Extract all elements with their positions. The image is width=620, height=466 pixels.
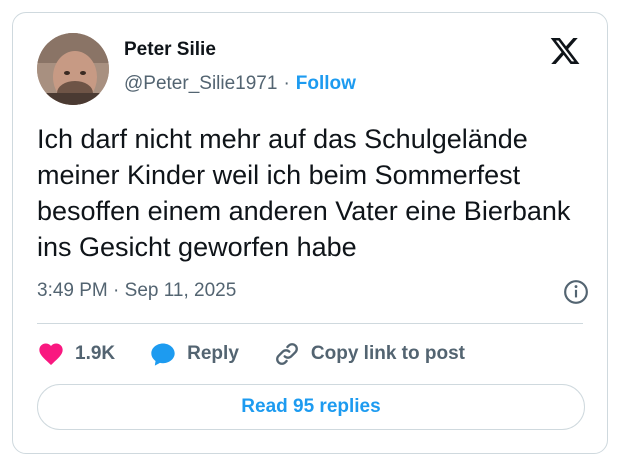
follow-button[interactable]: Follow xyxy=(296,73,356,94)
tweet-text: Ich darf nicht mehr auf das Schulgelände… xyxy=(37,124,571,262)
copy-link-button[interactable]: Copy link to post xyxy=(273,340,465,368)
link-icon xyxy=(273,340,301,368)
author-name[interactable]: Peter Silie xyxy=(124,39,216,61)
heart-icon xyxy=(37,340,65,368)
read-replies-button[interactable]: Read 95 replies xyxy=(37,384,585,430)
reply-label: Reply xyxy=(187,343,239,364)
tweet-card: Peter Silie @Peter_Silie1971 · Follow Ich … xyxy=(12,12,608,454)
like-button[interactable]: 1.9K xyxy=(37,340,115,368)
author-handle[interactable]: @Peter_Silie1971 xyxy=(124,73,277,94)
info-icon[interactable] xyxy=(563,279,589,305)
copy-link-label: Copy link to post xyxy=(310,343,465,364)
tweet-timestamp[interactable]: 3:49 PM · Sep 11, 2025 xyxy=(37,280,236,302)
like-count: 1.9K xyxy=(75,343,116,364)
reply-button[interactable]: Reply xyxy=(149,340,239,368)
avatar[interactable] xyxy=(37,33,109,105)
author-meta: @Peter_Silie1971 · Follow xyxy=(124,73,356,95)
separator-dot: · xyxy=(283,73,290,94)
x-logo-icon[interactable] xyxy=(549,35,581,67)
action-bar: 1.9K Reply Copy link to post xyxy=(37,339,585,369)
divider xyxy=(37,323,583,324)
speech-bubble-icon xyxy=(149,340,177,368)
